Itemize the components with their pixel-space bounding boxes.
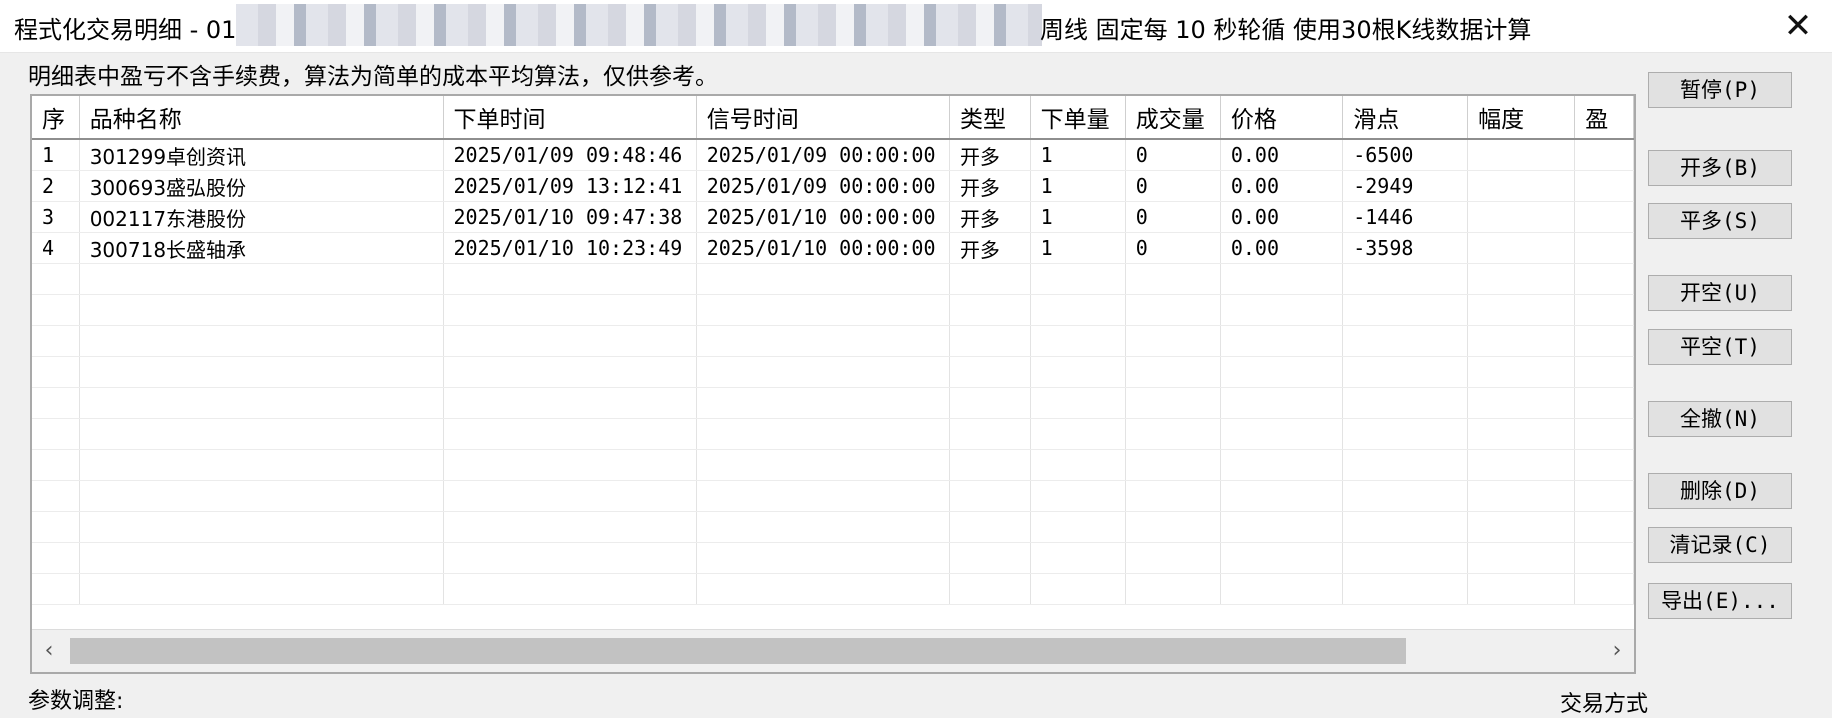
cell-profit bbox=[1574, 201, 1634, 233]
delete-button[interactable]: 删除(D) bbox=[1648, 473, 1792, 509]
cell-profit bbox=[1574, 232, 1634, 264]
trade-detail-window: 程式化交易明细 - 01 周线 固定每 10 秒轮循 使用30根K线数据计算 ✕… bbox=[0, 0, 1832, 717]
cell-range bbox=[1467, 170, 1576, 202]
empty-row bbox=[32, 542, 1634, 574]
trade-grid-body: 序 品种名称 下单时间 信号时间 类型 下单量 成交量 价格 滑点 幅度 盈 1… bbox=[32, 96, 1634, 630]
horizontal-scrollbar[interactable]: ‹ › bbox=[32, 629, 1634, 672]
cell-range bbox=[1467, 201, 1576, 233]
column-header-slippage[interactable]: 滑点 bbox=[1342, 96, 1469, 140]
clear-records-button[interactable]: 清记录(C) bbox=[1648, 527, 1792, 563]
cell-type: 开多 bbox=[949, 139, 1031, 171]
pause-button[interactable]: 暂停(P) bbox=[1648, 72, 1792, 108]
close-short-button[interactable]: 平空(T) bbox=[1648, 329, 1792, 365]
close-long-button[interactable]: 平多(S) bbox=[1648, 203, 1792, 239]
empty-row bbox=[32, 263, 1634, 295]
cell-index: 4 bbox=[32, 232, 80, 264]
cell-filled-qty: 0 bbox=[1125, 232, 1221, 264]
title-redacted-area bbox=[236, 4, 1042, 46]
parameter-adjust-label: 参数调整: bbox=[28, 689, 124, 714]
table-header-row: 序 品种名称 下单时间 信号时间 类型 下单量 成交量 价格 滑点 幅度 盈 bbox=[32, 96, 1634, 140]
cell-filled-qty: 0 bbox=[1125, 201, 1221, 233]
table-row[interactable]: 3 002117东港股份 2025/01/10 09:47:38 2025/01… bbox=[32, 201, 1634, 233]
window-title-suffix: 周线 固定每 10 秒轮循 使用30根K线数据计算 bbox=[1040, 16, 1532, 44]
scroll-left-arrow-icon[interactable]: ‹ bbox=[32, 630, 66, 672]
cell-type: 开多 bbox=[949, 201, 1031, 233]
column-header-signal-time[interactable]: 信号时间 bbox=[696, 96, 950, 140]
disclaimer-note: 明细表中盈亏不含手续费，算法为简单的成本平均算法，仅供参考。 bbox=[28, 64, 718, 90]
cell-order-qty: 1 bbox=[1030, 232, 1126, 264]
column-header-type[interactable]: 类型 bbox=[949, 96, 1031, 140]
trade-mode-label: 交易方式 bbox=[1560, 692, 1649, 717]
cell-slippage: -6500 bbox=[1342, 139, 1469, 171]
column-header-order-time[interactable]: 下单时间 bbox=[443, 96, 697, 140]
cell-order-time: 2025/01/10 10:23:49 bbox=[443, 232, 697, 264]
table-row[interactable]: 4 300718长盛轴承 2025/01/10 10:23:49 2025/01… bbox=[32, 232, 1634, 264]
cell-price: 0.00 bbox=[1220, 170, 1344, 202]
cell-range bbox=[1467, 232, 1576, 264]
cell-order-time: 2025/01/09 09:48:46 bbox=[443, 139, 697, 171]
scroll-right-arrow-icon[interactable]: › bbox=[1600, 630, 1634, 672]
cell-slippage: -3598 bbox=[1342, 232, 1469, 264]
cell-signal-time: 2025/01/09 00:00:00 bbox=[696, 139, 950, 171]
cell-slippage: -2949 bbox=[1342, 170, 1469, 202]
empty-row bbox=[32, 294, 1634, 326]
open-long-button[interactable]: 开多(B) bbox=[1648, 150, 1792, 186]
cell-signal-time: 2025/01/10 00:00:00 bbox=[696, 201, 950, 233]
column-header-index[interactable]: 序 bbox=[32, 96, 80, 140]
cell-signal-time: 2025/01/09 00:00:00 bbox=[696, 170, 950, 202]
cell-order-time: 2025/01/09 13:12:41 bbox=[443, 170, 697, 202]
cell-filled-qty: 0 bbox=[1125, 170, 1221, 202]
cell-index: 2 bbox=[32, 170, 80, 202]
cell-type: 开多 bbox=[949, 232, 1031, 264]
open-short-button[interactable]: 开空(U) bbox=[1648, 275, 1792, 311]
cell-price: 0.00 bbox=[1220, 139, 1344, 171]
cell-order-time: 2025/01/10 09:47:38 bbox=[443, 201, 697, 233]
cancel-all-button[interactable]: 全撤(N) bbox=[1648, 401, 1792, 437]
cell-range bbox=[1467, 139, 1576, 171]
cell-signal-time: 2025/01/10 00:00:00 bbox=[696, 232, 950, 264]
cell-name: 300693盛弘股份 bbox=[79, 170, 444, 202]
cell-index: 3 bbox=[32, 201, 80, 233]
trade-table: 序 品种名称 下单时间 信号时间 类型 下单量 成交量 价格 滑点 幅度 盈 1… bbox=[32, 96, 1634, 605]
trade-grid[interactable]: 序 品种名称 下单时间 信号时间 类型 下单量 成交量 价格 滑点 幅度 盈 1… bbox=[30, 94, 1636, 674]
cell-price: 0.00 bbox=[1220, 232, 1344, 264]
column-header-order-qty[interactable]: 下单量 bbox=[1030, 96, 1126, 140]
column-header-name[interactable]: 品种名称 bbox=[79, 96, 444, 140]
cell-order-qty: 1 bbox=[1030, 170, 1126, 202]
window-title: 程式化交易明细 - 01 bbox=[14, 16, 237, 44]
column-header-profit[interactable]: 盈 bbox=[1574, 96, 1634, 140]
cell-filled-qty: 0 bbox=[1125, 139, 1221, 171]
table-row[interactable]: 1 301299卓创资讯 2025/01/09 09:48:46 2025/01… bbox=[32, 139, 1634, 171]
empty-row bbox=[32, 325, 1634, 357]
empty-row bbox=[32, 480, 1634, 512]
empty-row bbox=[32, 387, 1634, 419]
export-button[interactable]: 导出(E)... bbox=[1648, 583, 1792, 619]
cell-type: 开多 bbox=[949, 170, 1031, 202]
empty-row bbox=[32, 449, 1634, 481]
close-button[interactable]: ✕ bbox=[1764, 0, 1832, 52]
cell-name: 301299卓创资讯 bbox=[79, 139, 444, 171]
cell-profit bbox=[1574, 139, 1634, 171]
column-header-price[interactable]: 价格 bbox=[1220, 96, 1344, 140]
column-header-filled-qty[interactable]: 成交量 bbox=[1125, 96, 1221, 140]
cell-profit bbox=[1574, 170, 1634, 202]
title-bar: 程式化交易明细 - 01 周线 固定每 10 秒轮循 使用30根K线数据计算 ✕ bbox=[0, 0, 1832, 53]
table-row[interactable]: 2 300693盛弘股份 2025/01/09 13:12:41 2025/01… bbox=[32, 170, 1634, 202]
empty-row bbox=[32, 573, 1634, 605]
cell-name: 002117东港股份 bbox=[79, 201, 444, 233]
empty-row bbox=[32, 356, 1634, 388]
cell-order-qty: 1 bbox=[1030, 201, 1126, 233]
cell-price: 0.00 bbox=[1220, 201, 1344, 233]
cell-order-qty: 1 bbox=[1030, 139, 1126, 171]
scrollbar-thumb[interactable] bbox=[70, 638, 1406, 664]
cell-index: 1 bbox=[32, 139, 80, 171]
empty-row bbox=[32, 418, 1634, 450]
cell-name: 300718长盛轴承 bbox=[79, 232, 444, 264]
column-header-range[interactable]: 幅度 bbox=[1467, 96, 1576, 140]
empty-row bbox=[32, 511, 1634, 543]
cell-slippage: -1446 bbox=[1342, 201, 1469, 233]
